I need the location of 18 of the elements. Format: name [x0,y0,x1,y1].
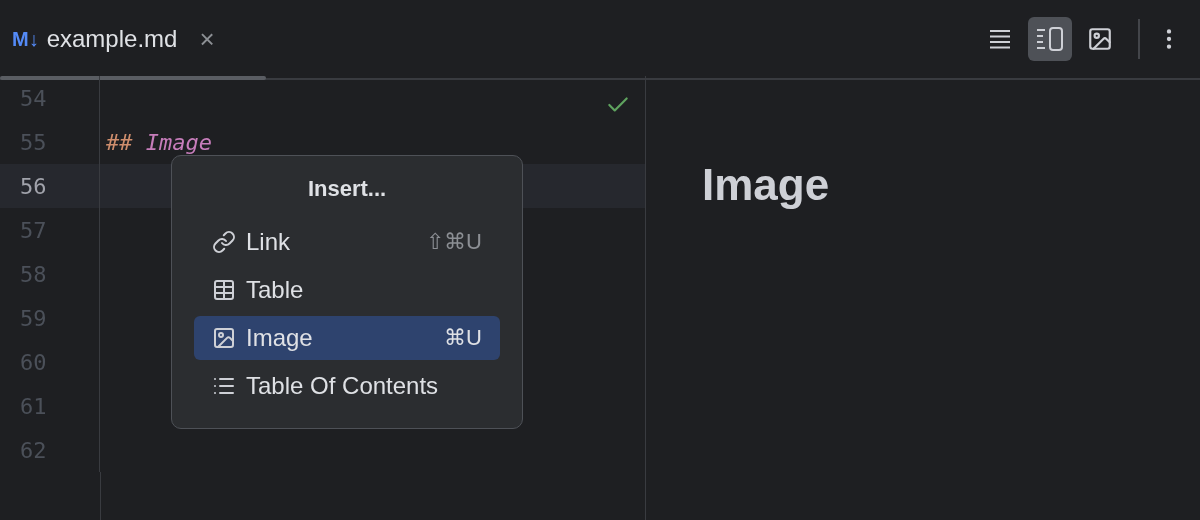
menu-item[interactable]: Link ⇧⌘U [194,220,500,264]
split-view-icon [1036,27,1064,51]
view-mode-button[interactable] [1028,17,1072,61]
menu-item[interactable]: Table Of Contents [194,364,500,408]
image-icon [212,326,236,350]
close-icon[interactable]: × [199,23,215,55]
tab-title[interactable]: example.md [46,25,178,53]
link-icon [212,230,236,254]
line-number: 56 [0,164,100,208]
code-line: ## Image [105,129,212,155]
menu-item[interactable]: Table [194,268,500,312]
lines-icon [989,29,1011,49]
image-icon [1087,26,1113,52]
popup-title: Insert... [306,176,388,202]
menu-item[interactable]: Image ⌘U [194,316,500,360]
preview-heading: Image [702,160,831,210]
table-icon [212,278,236,302]
markdown-label: M↓ [12,27,39,51]
